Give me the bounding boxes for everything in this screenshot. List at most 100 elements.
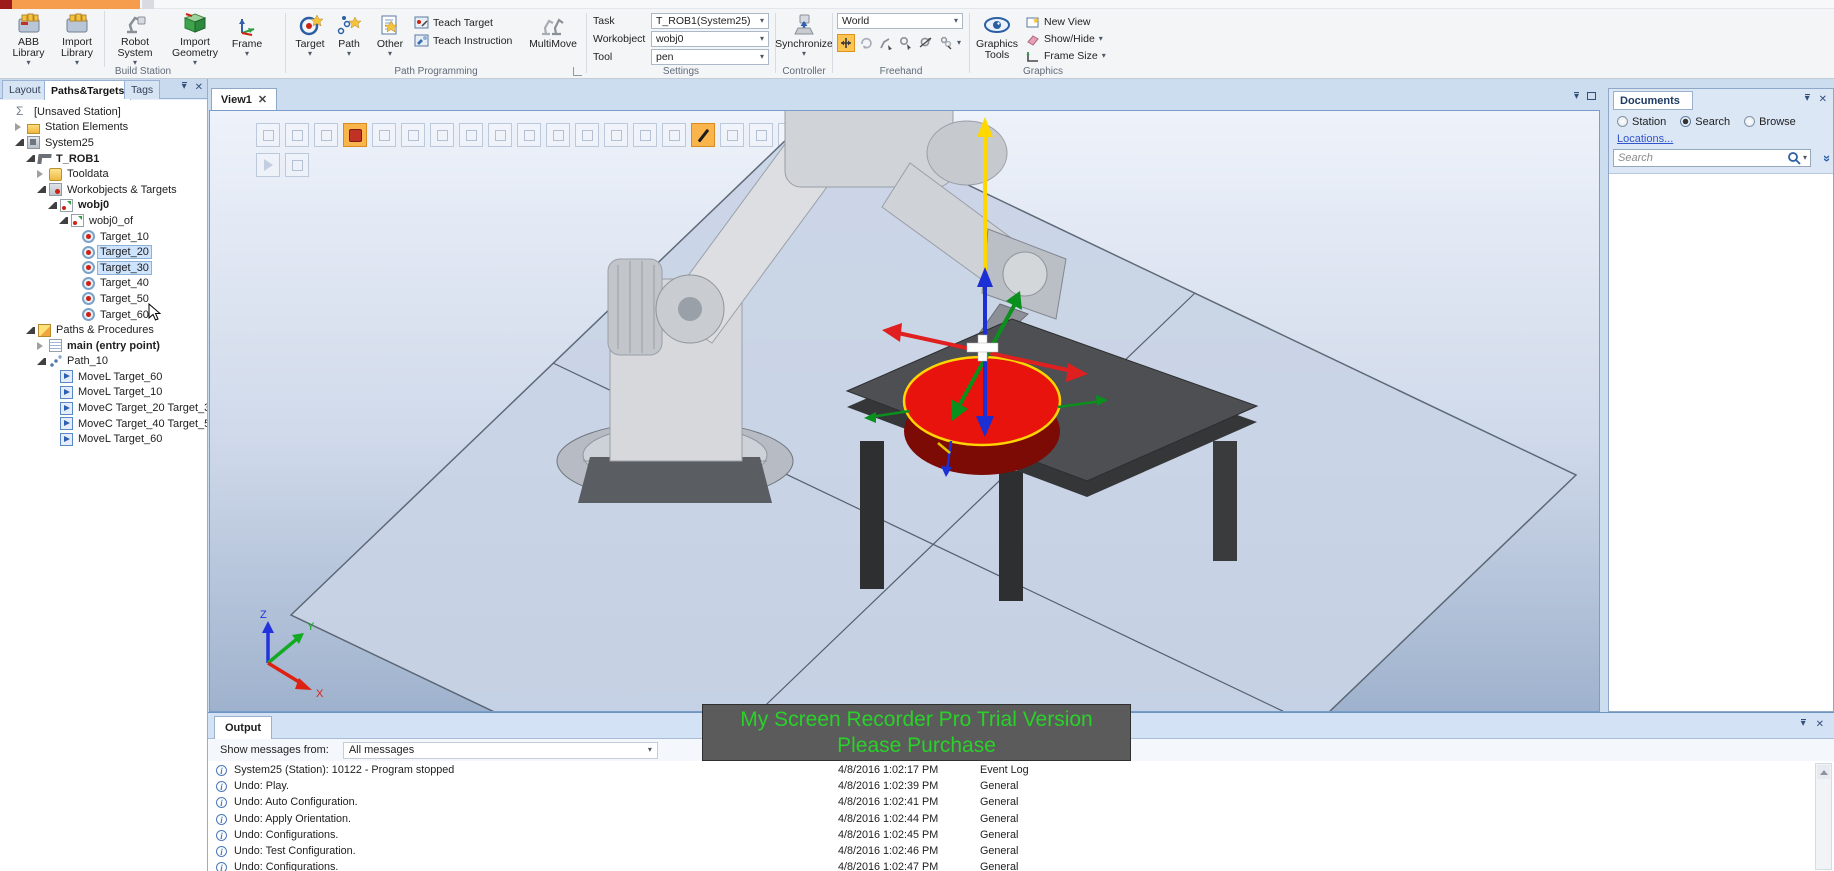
import-library-button[interactable]: Import Library ▾ bbox=[53, 11, 101, 67]
teach-instruction-button[interactable]: Teach Instruction bbox=[414, 33, 512, 49]
expander-icon[interactable] bbox=[37, 186, 46, 194]
dropdown-arrow-icon[interactable]: ▾ bbox=[957, 39, 961, 47]
frame-button[interactable]: Frame ▾ bbox=[228, 11, 266, 63]
radio-station[interactable]: Station bbox=[1617, 116, 1666, 128]
radio-browse[interactable]: Browse bbox=[1744, 116, 1796, 128]
tree-item[interactable]: Tooldata bbox=[0, 166, 207, 182]
expander-icon[interactable] bbox=[26, 155, 35, 163]
view1-tab[interactable]: View1 ✕ bbox=[211, 88, 277, 110]
tree-item[interactable]: MoveL Target_60 bbox=[0, 369, 207, 385]
graphics-tools-button[interactable]: Graphics Tools bbox=[974, 11, 1020, 63]
expander-icon[interactable] bbox=[70, 232, 79, 241]
expander-icon[interactable] bbox=[37, 357, 46, 365]
tree-item[interactable]: MoveC Target_20 Target_30 bbox=[0, 400, 207, 416]
freehand-multirobot-jog-icon[interactable] bbox=[937, 34, 955, 52]
expander-icon[interactable] bbox=[37, 341, 46, 350]
freehand-jog-joint-icon[interactable] bbox=[877, 34, 895, 52]
close-panel-icon[interactable]: ✕ bbox=[1819, 94, 1827, 105]
tree-item[interactable]: Target_30 bbox=[0, 260, 207, 276]
close-view-icon[interactable]: ✕ bbox=[258, 93, 267, 106]
expander-icon[interactable] bbox=[48, 419, 57, 428]
tree-item[interactable]: Target_60 bbox=[0, 307, 207, 323]
tree-item[interactable]: Target_20 bbox=[0, 244, 207, 260]
tree-item[interactable]: [Unsaved Station] bbox=[0, 104, 207, 120]
expander-icon[interactable] bbox=[15, 139, 24, 147]
tree-item[interactable]: wobj0_of bbox=[0, 213, 207, 229]
freehand-rotate-icon[interactable] bbox=[857, 34, 875, 52]
scroll-up-icon[interactable] bbox=[1817, 765, 1830, 779]
tree-item[interactable]: T_ROB1 bbox=[0, 151, 207, 167]
tree-item[interactable]: wobj0 bbox=[0, 198, 207, 214]
output-message-row[interactable]: Undo: Play. 4/8/2016 1:02:39 PM General bbox=[208, 779, 1808, 795]
expand-search-chevron-icon[interactable]: » bbox=[1820, 155, 1834, 162]
import-geometry-button[interactable]: Import Geometry ▾ bbox=[164, 11, 226, 67]
tree-item[interactable]: System25 bbox=[0, 135, 207, 151]
pin-panel-icon[interactable]: ▾ bbox=[1800, 719, 1806, 730]
search-icon[interactable] bbox=[1787, 151, 1801, 165]
expander-icon[interactable] bbox=[48, 201, 57, 209]
expander-icon[interactable] bbox=[37, 170, 46, 179]
search-options-arrow-icon[interactable]: ▾ bbox=[1803, 154, 1807, 162]
tree-item[interactable]: MoveC Target_40 Target_50 bbox=[0, 416, 207, 432]
freehand-jog-linear-icon[interactable] bbox=[897, 34, 915, 52]
expander-icon[interactable] bbox=[48, 372, 57, 381]
tree-item[interactable]: Paths & Procedures bbox=[0, 322, 207, 338]
pin-view-icon[interactable]: ▾ bbox=[1573, 92, 1579, 102]
tree-item[interactable]: Workobjects & Targets bbox=[0, 182, 207, 198]
expander-icon[interactable] bbox=[59, 217, 68, 225]
show-hide-button[interactable]: Show/Hide ▾ bbox=[1026, 31, 1103, 47]
tree-item[interactable]: MoveL Target_10 bbox=[0, 385, 207, 401]
other-button[interactable]: Other ▾ bbox=[370, 11, 410, 63]
documents-results-area[interactable] bbox=[1609, 173, 1833, 711]
expander-icon[interactable] bbox=[70, 263, 79, 272]
tree-item[interactable]: MoveL Target_60 bbox=[0, 431, 207, 447]
maximize-view-icon[interactable] bbox=[1587, 92, 1596, 100]
expander-icon[interactable] bbox=[4, 107, 13, 116]
close-panel-icon[interactable]: ✕ bbox=[195, 82, 203, 93]
tab-paths-targets[interactable]: Paths&Targets bbox=[44, 80, 132, 100]
output-message-row[interactable]: Undo: Apply Orientation. 4/8/2016 1:02:4… bbox=[208, 812, 1808, 828]
teach-target-button[interactable]: Teach Target bbox=[414, 15, 493, 31]
tree-item[interactable]: Target_40 bbox=[0, 276, 207, 292]
target-button[interactable]: Target ▾ bbox=[290, 11, 330, 63]
expander-icon[interactable] bbox=[70, 279, 79, 288]
task-combo[interactable]: T_ROB1(System25) ▾ bbox=[651, 13, 769, 29]
tree-item[interactable]: Path_10 bbox=[0, 354, 207, 370]
expander-icon[interactable] bbox=[15, 123, 24, 132]
3d-scene[interactable]: Z Y X bbox=[209, 110, 1600, 712]
expander-icon[interactable] bbox=[48, 388, 57, 397]
tool-combo[interactable]: pen ▾ bbox=[651, 49, 769, 65]
expander-icon[interactable] bbox=[70, 248, 79, 257]
tree-item[interactable]: Station Elements bbox=[0, 120, 207, 136]
output-message-row[interactable]: Undo: Test Configuration. 4/8/2016 1:02:… bbox=[208, 844, 1808, 860]
tree-item[interactable]: main (entry point) bbox=[0, 338, 207, 354]
expander-icon[interactable] bbox=[26, 326, 35, 334]
expander-icon[interactable] bbox=[48, 404, 57, 413]
output-scrollbar[interactable] bbox=[1815, 763, 1832, 870]
output-message-row[interactable]: Undo: Configurations. 4/8/2016 1:02:45 P… bbox=[208, 828, 1808, 844]
tree-item[interactable]: Target_10 bbox=[0, 229, 207, 245]
output-message-row[interactable]: System25 (Station): 10122 - Program stop… bbox=[208, 763, 1808, 779]
radio-search[interactable]: Search bbox=[1680, 116, 1730, 128]
reference-combo[interactable]: World ▾ bbox=[837, 13, 963, 29]
active-ribbon-tab[interactable] bbox=[12, 0, 140, 9]
freehand-jog-reorient-icon[interactable] bbox=[917, 34, 935, 52]
tree-item[interactable]: Target_50 bbox=[0, 291, 207, 307]
output-message-row[interactable]: Undo: Configurations. 4/8/2016 1:02:47 P… bbox=[208, 860, 1808, 871]
expander-icon[interactable] bbox=[70, 294, 79, 303]
workobject-combo[interactable]: wobj0 ▾ bbox=[651, 31, 769, 47]
message-filter-combo[interactable]: All messages ▾ bbox=[342, 741, 658, 759]
synchronize-button[interactable]: Synchronize ▾ bbox=[775, 11, 833, 63]
expander-icon[interactable] bbox=[48, 435, 57, 444]
tab-layout[interactable]: Layout bbox=[2, 80, 48, 99]
robot-system-button[interactable]: Robot System ▾ bbox=[108, 11, 162, 67]
abb-library-button[interactable]: ABB Library ▾ bbox=[6, 11, 51, 67]
pin-panel-icon[interactable]: ▾ bbox=[1804, 94, 1810, 105]
pin-panel-icon[interactable]: ▾ bbox=[181, 82, 187, 93]
close-panel-icon[interactable]: ✕ bbox=[1816, 719, 1824, 730]
documents-tab[interactable]: Documents bbox=[1613, 91, 1693, 110]
documents-search-input[interactable] bbox=[1614, 152, 1787, 164]
multimove-button[interactable]: MultiMove bbox=[526, 11, 580, 63]
freehand-move-icon[interactable] bbox=[837, 34, 855, 52]
output-tab[interactable]: Output bbox=[214, 716, 273, 739]
